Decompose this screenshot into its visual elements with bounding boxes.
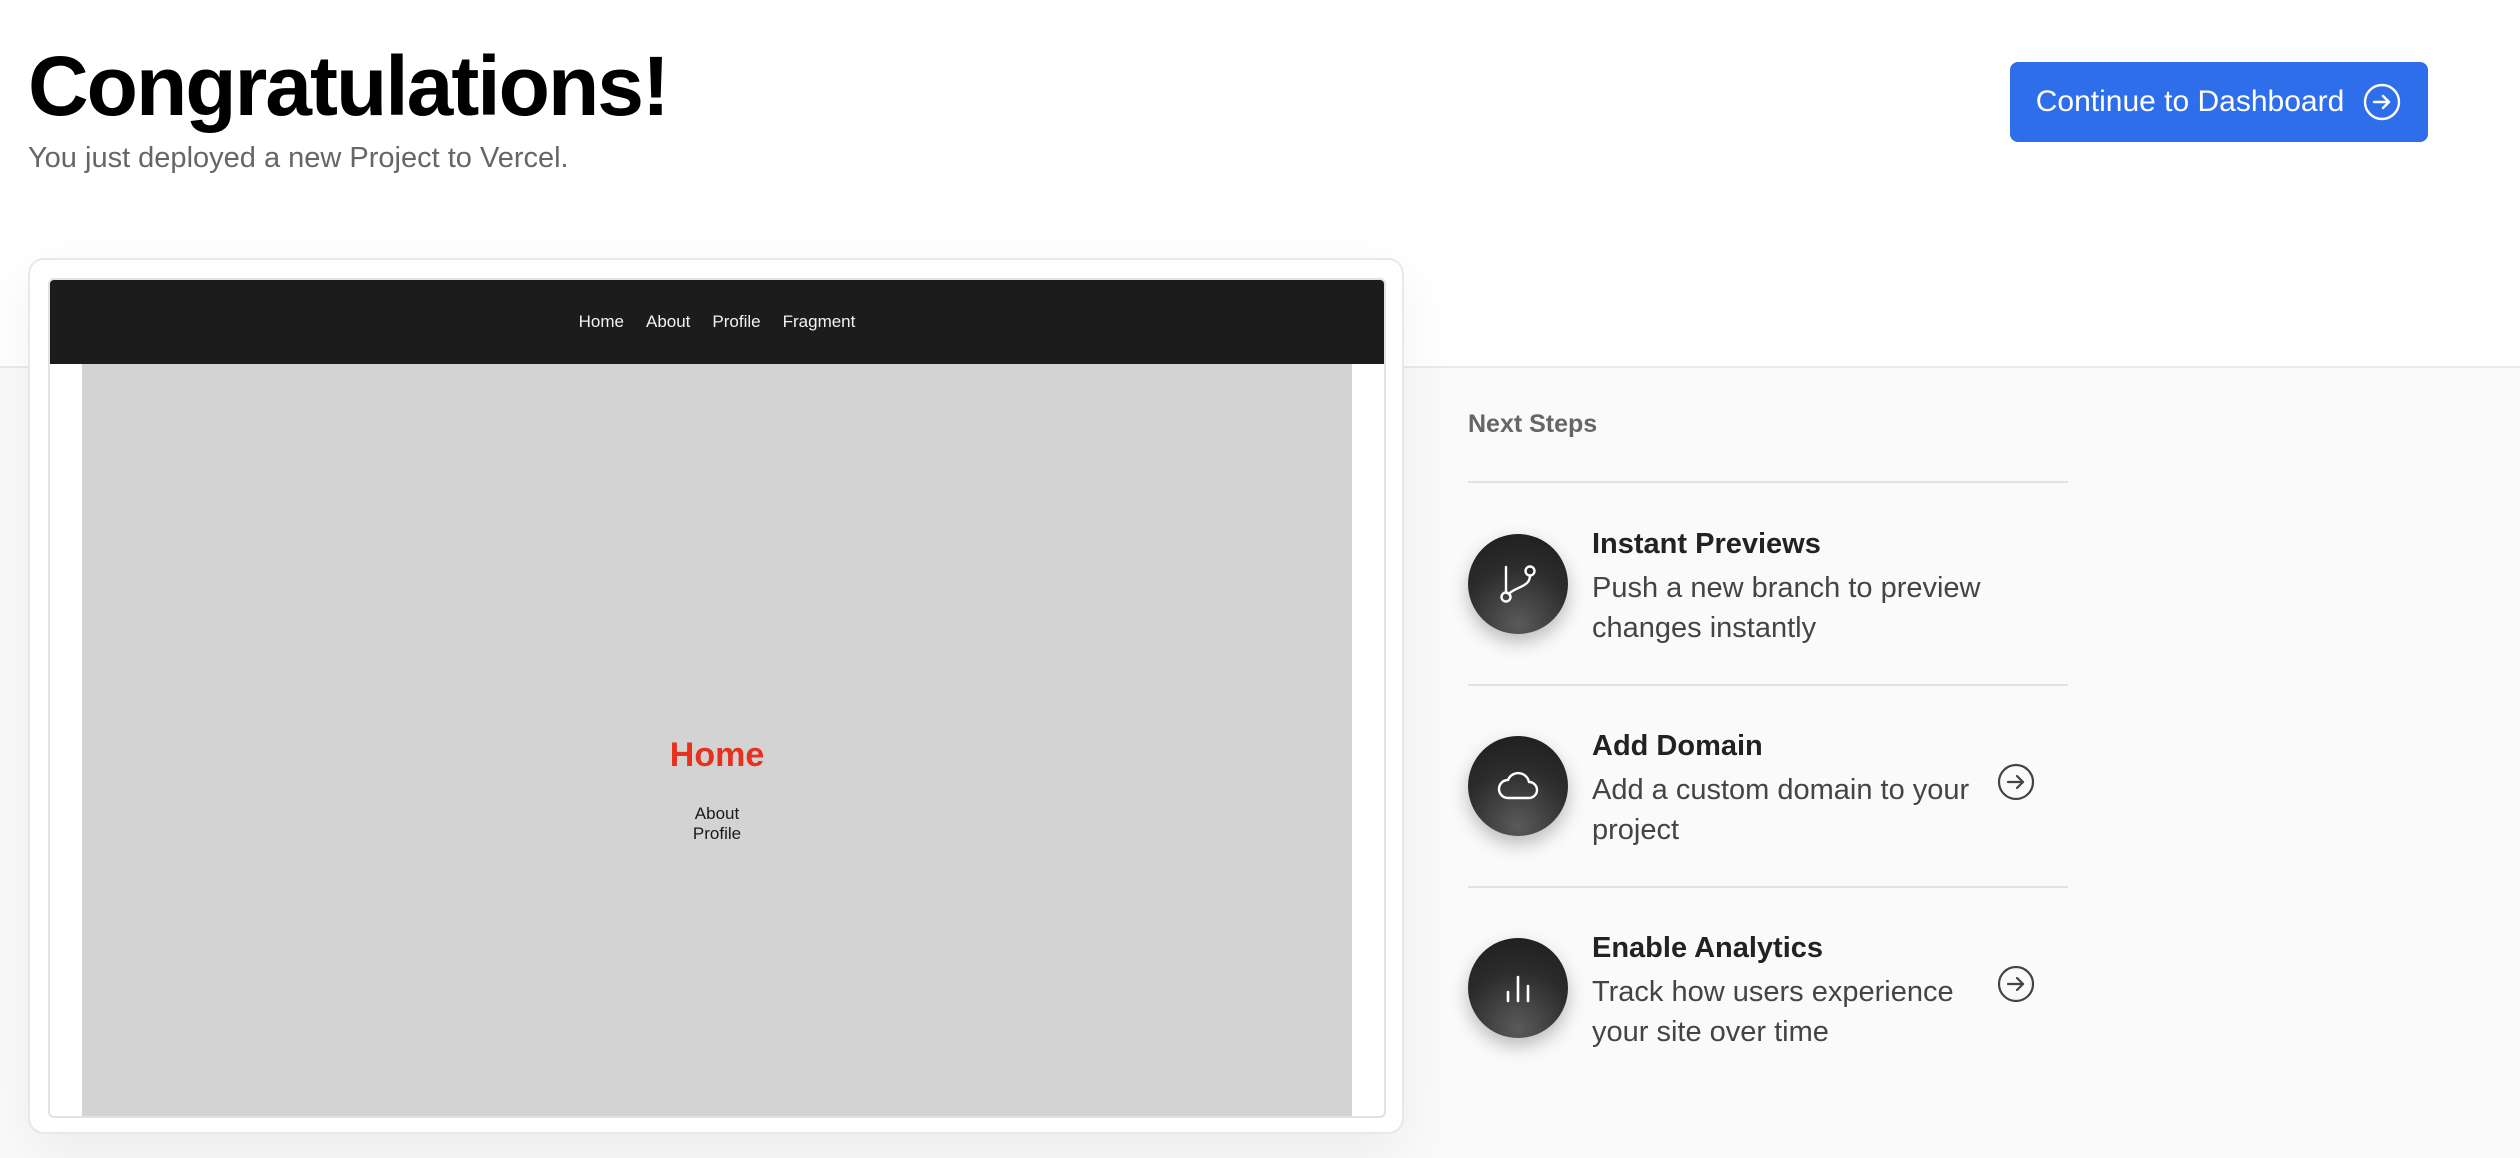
bar-chart-icon (1468, 938, 1568, 1038)
step-description: Add a custom domain to your project (1592, 774, 1970, 846)
divider (1468, 684, 2068, 686)
step-title: Instant Previews (1592, 528, 1821, 560)
step-description: Track how users experience your site ove… (1592, 976, 1954, 1048)
cloud-icon (1468, 736, 1568, 836)
preview-screenshot: Home About Profile Fragment Home About P… (48, 278, 1386, 1118)
arrow-circle-right-icon[interactable] (1996, 762, 2036, 802)
page-title: Congratulations! (28, 39, 670, 133)
divider (1468, 481, 2068, 483)
preview-site-body: Home About Profile (82, 364, 1352, 1116)
step-add-domain[interactable]: Add Domain Add a custom domain to your p… (1468, 730, 2068, 896)
page-subtitle: You just deployed a new Project to Verce… (28, 142, 569, 174)
preview-nav-about: About (645, 312, 691, 331)
continue-to-dashboard-button[interactable]: Continue to Dashboard (2010, 62, 2428, 142)
step-title: Add Domain (1592, 730, 1763, 762)
arrow-circle-right-icon[interactable] (1996, 964, 2036, 1004)
preview-nav-profile: Profile (712, 312, 761, 331)
step-enable-analytics[interactable]: Enable Analytics Track how users experie… (1468, 932, 2068, 1098)
preview-link-profile: Profile (692, 824, 742, 843)
step-description: Push a new branch to preview changes ins… (1592, 572, 1981, 644)
step-title: Enable Analytics (1592, 932, 1824, 964)
continue-button-label: Continue to Dashboard (2035, 85, 2345, 118)
divider (1468, 886, 2068, 888)
preview-site-heading: Home (669, 736, 765, 774)
preview-nav-fragment: Fragment (782, 312, 856, 331)
preview-nav-home: Home (578, 312, 624, 331)
next-steps-heading: Next Steps (1468, 410, 1598, 438)
preview-link-about: About (694, 804, 740, 823)
arrow-circle-right-icon (2364, 83, 2401, 121)
git-branch-icon (1468, 534, 1568, 634)
preview-site-nav: Home About Profile Fragment (50, 280, 1384, 364)
deployment-preview-card[interactable]: Home About Profile Fragment Home About P… (28, 258, 1404, 1134)
step-instant-previews: Instant Previews Push a new branch to pr… (1468, 528, 2068, 694)
